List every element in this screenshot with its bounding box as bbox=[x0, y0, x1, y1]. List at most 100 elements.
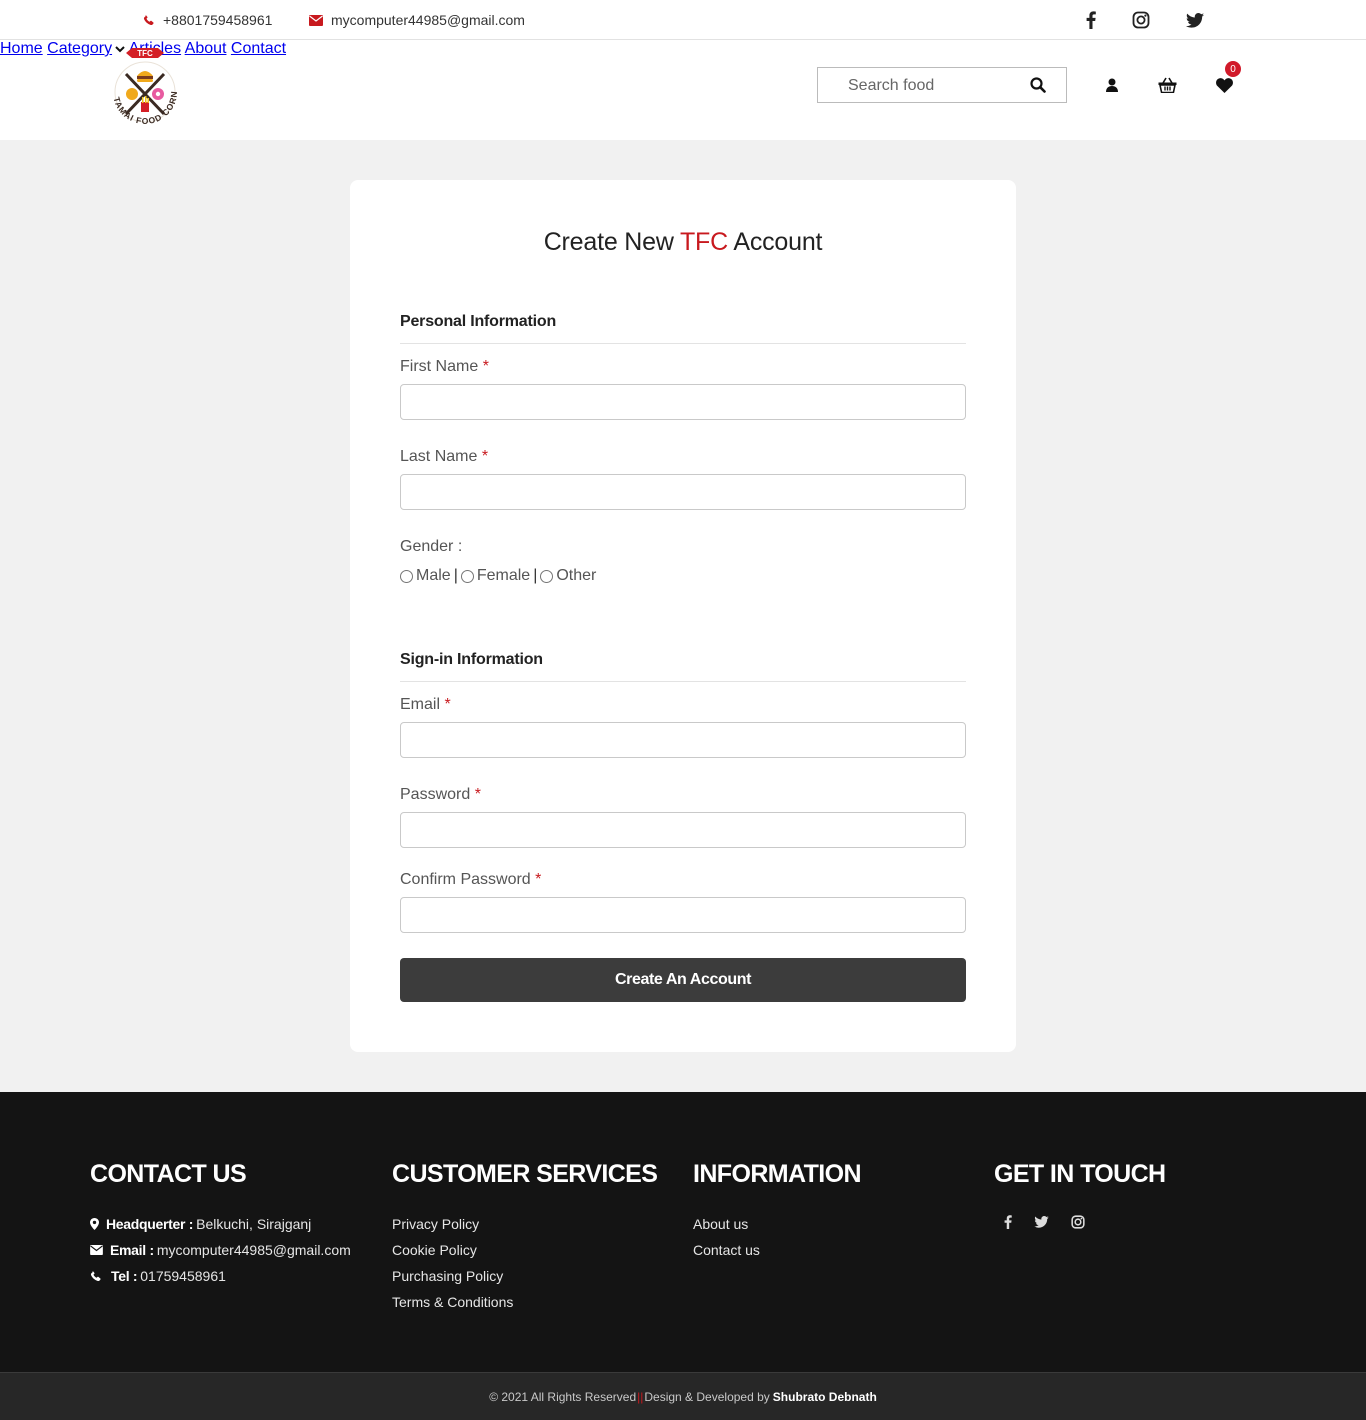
nav-about[interactable]: About bbox=[185, 40, 227, 57]
logo-top-text: TFC bbox=[137, 49, 153, 58]
footer-contact-title: CONTACT US bbox=[90, 1160, 247, 1188]
main-header: TFC TAMAI FOOD CORNER Home Category Arti… bbox=[0, 36, 1366, 140]
footer-tel: Tel : 01759458961 bbox=[90, 1263, 351, 1289]
password-field[interactable] bbox=[400, 812, 966, 848]
first-name-label-text: First Name bbox=[400, 358, 479, 375]
footer-link-about-us[interactable]: About us bbox=[693, 1216, 748, 1232]
footer-get-in-touch-column: GET IN TOUCH bbox=[994, 1160, 1166, 1237]
footer-link-privacy-policy[interactable]: Privacy Policy bbox=[392, 1216, 479, 1232]
gender-male-radio[interactable] bbox=[400, 569, 413, 583]
required-mark: * bbox=[474, 786, 481, 803]
top-email[interactable]: mycomputer44985@gmail.com bbox=[309, 0, 525, 40]
footer-link-contact-us[interactable]: Contact us bbox=[693, 1242, 760, 1258]
footer-social-links bbox=[1004, 1211, 1166, 1237]
signin-info-heading: Sign-in Information bbox=[400, 651, 966, 682]
heart-icon bbox=[1216, 78, 1233, 93]
email-field[interactable] bbox=[400, 722, 966, 758]
gender-label: Gender : bbox=[400, 538, 463, 555]
footer-headquarter-label: Headquerter : bbox=[106, 1216, 194, 1232]
search-box bbox=[817, 67, 1067, 103]
footer-tel-value[interactable]: 01759458961 bbox=[140, 1268, 226, 1284]
footer-instagram-link[interactable] bbox=[1071, 1214, 1085, 1234]
map-marker-icon bbox=[90, 1218, 99, 1230]
footer-link-cookie-policy[interactable]: Cookie Policy bbox=[392, 1242, 477, 1258]
tfc-logo-icon: TFC TAMAI FOOD CORNER bbox=[96, 36, 178, 126]
envelope-icon bbox=[90, 1245, 103, 1255]
footer-email-value[interactable]: mycomputer44985@gmail.com bbox=[157, 1242, 351, 1258]
main-nav: Home Category Articles About Contact bbox=[0, 40, 1366, 58]
facebook-icon bbox=[1004, 1214, 1012, 1229]
footer-headquarter: Headquerter : Belkuchi, Sirajganj bbox=[90, 1211, 351, 1237]
required-mark: * bbox=[444, 696, 451, 713]
footer-services-title: CUSTOMER SERVICES bbox=[392, 1160, 658, 1188]
account-button[interactable] bbox=[1106, 78, 1118, 97]
first-name-input[interactable] bbox=[400, 384, 966, 420]
gender-female-label[interactable]: Female bbox=[477, 567, 530, 585]
gender-male-label[interactable]: Male bbox=[416, 567, 451, 585]
footer-information-title: INFORMATION bbox=[693, 1160, 862, 1188]
title-brand: TFC bbox=[679, 228, 728, 256]
nav-contact[interactable]: Contact bbox=[231, 40, 286, 57]
title-prefix: Create New bbox=[543, 228, 680, 256]
top-phone[interactable]: +8801759458961 bbox=[143, 0, 272, 40]
author-name[interactable]: Shubrato Debnath bbox=[773, 1390, 877, 1404]
footer-email: Email : mycomputer44985@gmail.com bbox=[90, 1237, 351, 1263]
page-title: Create New TFC Account bbox=[350, 228, 1016, 257]
personal-info-heading: Personal Information bbox=[400, 313, 966, 344]
footer-facebook-link[interactable] bbox=[1004, 1214, 1012, 1234]
last-name-label-text: Last Name bbox=[400, 448, 478, 465]
footer-get-in-touch-title: GET IN TOUCH bbox=[994, 1160, 1166, 1188]
twitter-link[interactable] bbox=[1186, 0, 1204, 40]
create-account-button[interactable]: Create An Account bbox=[400, 958, 966, 1002]
phone-icon bbox=[143, 14, 154, 26]
envelope-icon bbox=[309, 14, 323, 26]
first-name-label: First Name * bbox=[400, 358, 489, 376]
twitter-icon bbox=[1186, 12, 1204, 28]
facebook-icon bbox=[1086, 11, 1096, 29]
footer-link-terms[interactable]: Terms & Conditions bbox=[392, 1294, 513, 1310]
required-mark: * bbox=[481, 448, 489, 465]
instagram-icon bbox=[1132, 11, 1150, 29]
gender-other-label[interactable]: Other bbox=[556, 567, 596, 585]
required-mark: * bbox=[535, 871, 542, 888]
confirm-password-field[interactable] bbox=[400, 897, 966, 933]
gender-separator: | bbox=[533, 567, 538, 584]
twitter-icon bbox=[1034, 1216, 1049, 1228]
basket-icon bbox=[1158, 77, 1177, 94]
footer-tel-label: Tel : bbox=[111, 1268, 138, 1284]
facebook-link[interactable] bbox=[1085, 0, 1097, 40]
gender-female-radio[interactable] bbox=[460, 569, 474, 583]
phone-icon bbox=[90, 1270, 101, 1282]
last-name-label: Last Name * bbox=[400, 448, 488, 466]
footer-headquarter-value: Belkuchi, Sirajganj bbox=[196, 1216, 312, 1232]
gender-radio-group: Male | Female | Other bbox=[400, 567, 596, 585]
footer-contact-column: CONTACT US Headquerter : Belkuchi, Siraj… bbox=[90, 1160, 351, 1289]
footer-twitter-link[interactable] bbox=[1034, 1215, 1049, 1233]
wishlist-button[interactable] bbox=[1216, 78, 1233, 98]
site-logo[interactable]: TFC TAMAI FOOD CORNER bbox=[96, 36, 190, 136]
top-bar: +8801759458961 mycomputer44985@gmail.com bbox=[0, 0, 1366, 40]
user-icon bbox=[1106, 78, 1118, 92]
footer-email-label: Email : bbox=[110, 1242, 154, 1258]
gender-other-radio[interactable] bbox=[540, 569, 554, 583]
password-label: Password * bbox=[400, 786, 481, 804]
copyright-separator: || bbox=[637, 1389, 644, 1404]
wishlist-count-badge: 0 bbox=[1225, 61, 1241, 77]
top-phone-text: +8801759458961 bbox=[163, 12, 273, 28]
required-mark: * bbox=[482, 358, 489, 375]
footer-services-column: CUSTOMER SERVICES Privacy Policy Cookie … bbox=[392, 1160, 658, 1315]
nav-home[interactable]: Home bbox=[0, 40, 43, 57]
search-button[interactable] bbox=[1030, 77, 1046, 98]
search-input[interactable] bbox=[848, 75, 1028, 97]
top-email-text: mycomputer44985@gmail.com bbox=[331, 12, 525, 28]
last-name-input[interactable] bbox=[400, 474, 966, 510]
confirm-password-label-text: Confirm Password bbox=[400, 871, 531, 888]
footer-link-purchasing-policy[interactable]: Purchasing Policy bbox=[392, 1268, 503, 1284]
instagram-icon bbox=[1071, 1214, 1085, 1229]
search-icon bbox=[1030, 77, 1046, 93]
instagram-link[interactable] bbox=[1132, 0, 1150, 40]
credit-text: Design & Developed by bbox=[644, 1389, 770, 1404]
title-suffix: Account bbox=[727, 228, 823, 256]
copyright-text: © 2021 All Rights Reserved bbox=[489, 1389, 637, 1404]
cart-button[interactable] bbox=[1158, 77, 1177, 98]
